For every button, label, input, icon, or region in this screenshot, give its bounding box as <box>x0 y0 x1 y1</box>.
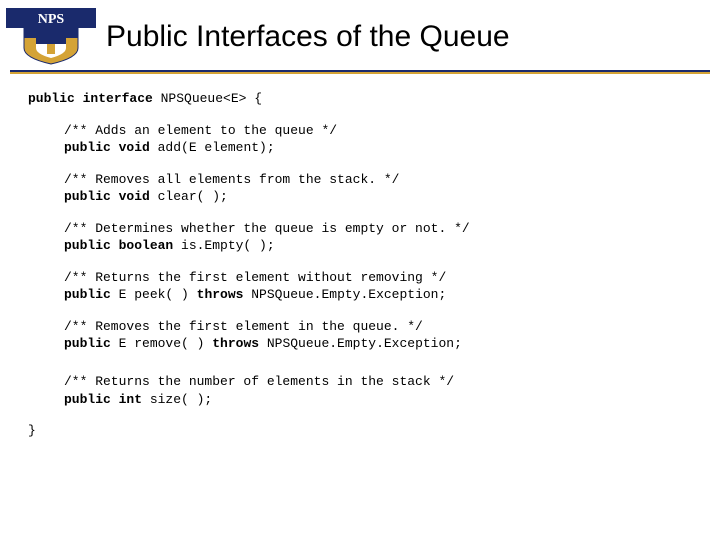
keyword: public <box>64 336 111 351</box>
comment: /** Returns the number of elements in th… <box>64 373 700 391</box>
method-remove: /** Removes the first element in the que… <box>64 318 700 353</box>
code-text: is.Empty( ); <box>173 238 274 253</box>
code-text: clear( ); <box>150 189 228 204</box>
closing-brace: } <box>28 422 700 440</box>
slide-title: Public Interfaces of the Queue <box>106 20 510 54</box>
code-text: NPSQueue.Empty.Exception; <box>243 287 446 302</box>
method-isempty: /** Determines whether the queue is empt… <box>64 220 700 255</box>
comment: /** Removes the first element in the que… <box>64 318 700 336</box>
method-size: /** Returns the number of elements in th… <box>64 373 700 408</box>
method-add: /** Adds an element to the queue */ publ… <box>64 122 700 157</box>
keyword: public void <box>64 140 150 155</box>
nps-shield-logo: NPS <box>6 8 96 66</box>
keyword: public boolean <box>64 238 173 253</box>
code-content: public interface NPSQueue<E> { /** Adds … <box>0 74 720 440</box>
keyword: public void <box>64 189 150 204</box>
interface-signature: public interface NPSQueue<E> { <box>28 90 700 108</box>
keyword: throws <box>212 336 259 351</box>
comment: /** Removes all elements from the stack.… <box>64 171 700 189</box>
code-text: add(E element); <box>150 140 275 155</box>
code-text: NPSQueue<E> { <box>153 91 262 106</box>
title-divider <box>10 70 710 74</box>
method-peek: /** Returns the first element without re… <box>64 269 700 304</box>
keyword: public interface <box>28 91 153 106</box>
comment: /** Adds an element to the queue */ <box>64 122 700 140</box>
keyword: public int <box>64 392 142 407</box>
comment: /** Determines whether the queue is empt… <box>64 220 700 238</box>
code-text: E remove( ) <box>111 336 212 351</box>
method-clear: /** Removes all elements from the stack.… <box>64 171 700 206</box>
code-text: E peek( ) <box>111 287 197 302</box>
keyword: throws <box>197 287 244 302</box>
slide-header: NPS Public Interfaces of the Queue <box>0 0 720 66</box>
keyword: public <box>64 287 111 302</box>
comment: /** Returns the first element without re… <box>64 269 700 287</box>
code-text: size( ); <box>142 392 212 407</box>
svg-text:NPS: NPS <box>38 12 65 27</box>
code-text: NPSQueue.Empty.Exception; <box>259 336 462 351</box>
